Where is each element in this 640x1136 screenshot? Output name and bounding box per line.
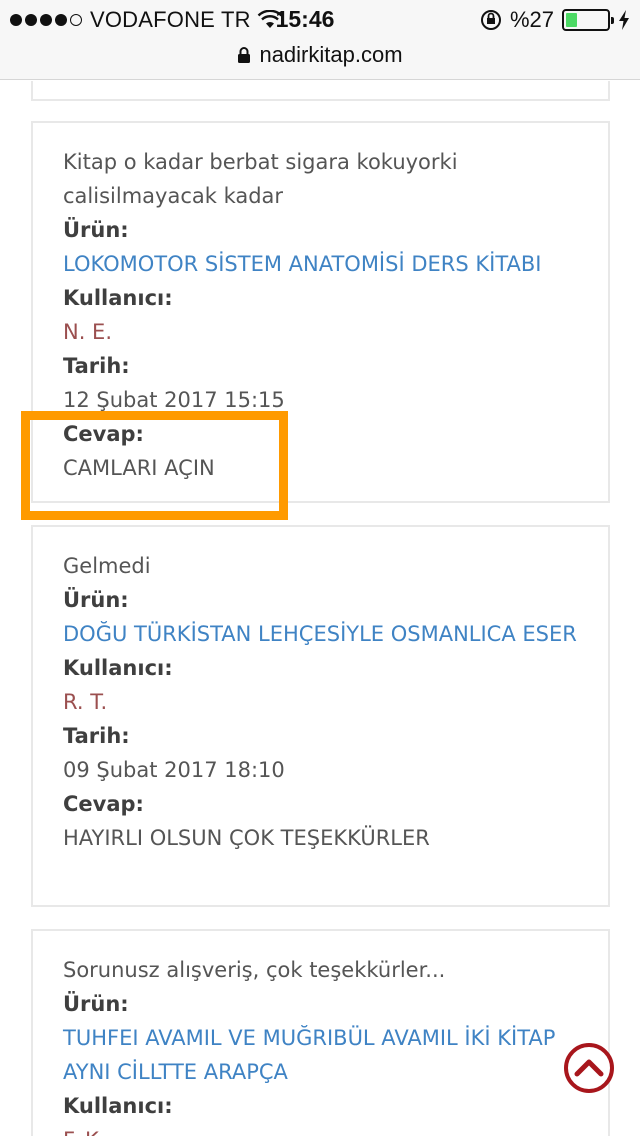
answer-text: HAYIRLI OLSUN ÇOK TEŞEKKÜRLER <box>63 826 430 850</box>
carrier-name: VODAFONE TR <box>90 7 251 32</box>
reviews-list: Kitap o kadar berbat sigara kokuyorki ca… <box>0 81 640 1136</box>
date-label: Tarih: <box>63 724 130 748</box>
user-label: Kullanıcı: <box>63 286 173 310</box>
review-comment: Kitap o kadar berbat sigara kokuyorki ca… <box>63 150 458 208</box>
review-card-previous <box>31 81 610 101</box>
battery-percent: %27 <box>509 7 554 32</box>
alarm-icon <box>480 10 501 30</box>
review-comment: Sorunusz alışveriş, çok teşekkürler... <box>63 958 446 982</box>
user-name: R. T. <box>63 690 108 714</box>
product-label: Ürün: <box>63 588 129 612</box>
scroll-to-top-button[interactable] <box>564 1043 614 1093</box>
battery-icon <box>562 9 614 31</box>
charging-icon <box>619 10 629 30</box>
user-label: Kullanıcı: <box>63 1094 173 1118</box>
product-label: Ürün: <box>63 218 129 242</box>
scroll-top-icon <box>574 1059 604 1077</box>
product-link[interactable]: LOKOMOTOR SİSTEM ANATOMİSİ DERS KİTABI <box>63 247 578 281</box>
url-text[interactable]: nadirkitap.com <box>259 42 402 68</box>
answer-label: Cevap: <box>63 422 144 446</box>
date-label: Tarih: <box>63 354 130 378</box>
status-bar: VODAFONE TR 15:46 %27 <box>0 0 640 40</box>
review-card: Sorunusz alışveriş, çok teşekkürler... Ü… <box>31 929 610 1136</box>
status-right: %27 <box>480 7 630 33</box>
product-link[interactable]: TUHFEI AVAMIL VE MUĞRIBÜL AVAMIL İKİ KİT… <box>63 1021 578 1089</box>
user-name: F. K. <box>63 1123 578 1136</box>
wifi-icon <box>257 10 283 28</box>
product-link[interactable]: DOĞU TÜRKİSTAN LEHÇESİYLE OSMANLICA ESER <box>63 617 578 651</box>
answer-text: CAMLARI AÇIN <box>63 456 215 480</box>
answer-label: Cevap: <box>63 792 144 816</box>
lock-icon <box>238 47 251 63</box>
review-date: 12 Şubat 2017 15:15 <box>63 388 285 412</box>
review-card: Kitap o kadar berbat sigara kokuyorki ca… <box>31 121 610 503</box>
user-name: N. E. <box>63 320 113 344</box>
user-label: Kullanıcı: <box>63 656 173 680</box>
product-label: Ürün: <box>63 992 129 1016</box>
status-left: VODAFONE TR <box>10 7 283 33</box>
review-comment: Gelmedi <box>63 554 151 578</box>
url-bar[interactable]: nadirkitap.com <box>0 40 640 80</box>
review-card: Gelmedi Ürün: DOĞU TÜRKİSTAN LEHÇESİYLE … <box>31 525 610 907</box>
review-date: 09 Şubat 2017 18:10 <box>63 758 285 782</box>
signal-strength-icon <box>10 14 82 26</box>
